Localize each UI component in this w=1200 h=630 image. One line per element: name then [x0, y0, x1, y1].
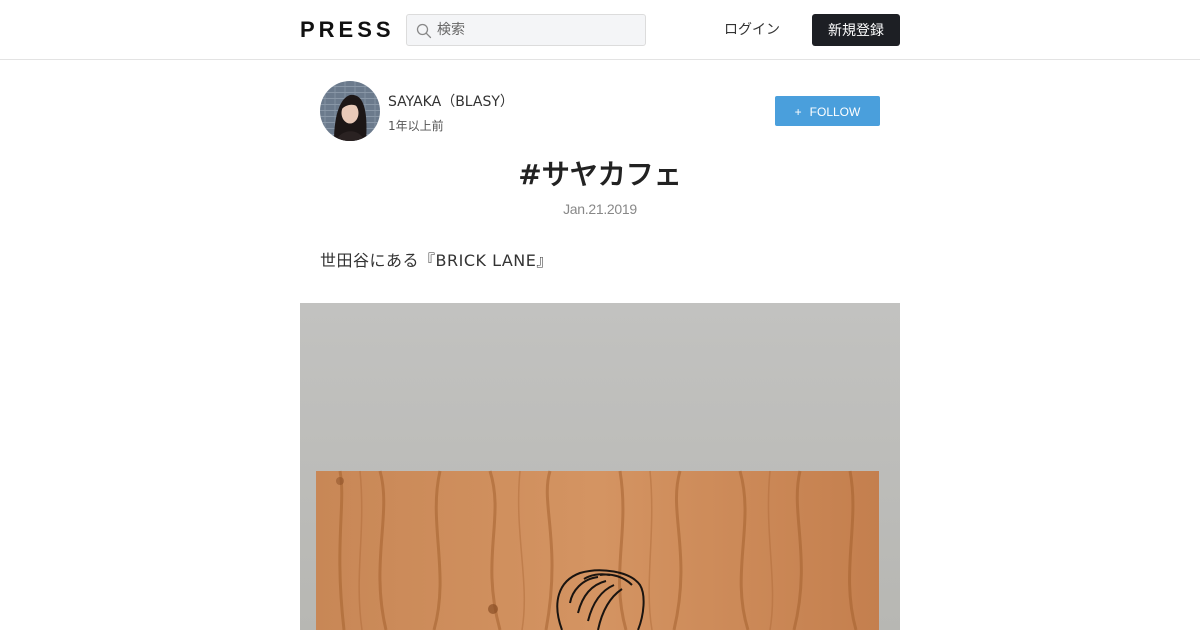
follow-button[interactable]: + FOLLOW	[775, 96, 880, 126]
site-header: PRESS ログイン 新規登録	[0, 0, 1200, 60]
site-logo[interactable]: PRESS	[300, 16, 395, 44]
avatar-image	[320, 81, 380, 141]
photo-image	[300, 303, 900, 630]
author-bar: SAYAKA（BLASY） 1年以上前 + FOLLOW	[320, 81, 880, 141]
signup-button[interactable]: 新規登録	[812, 14, 900, 46]
search-box[interactable]	[406, 14, 646, 46]
follow-label: FOLLOW	[809, 105, 861, 119]
login-link[interactable]: ログイン	[724, 20, 780, 40]
post-time: 1年以上前	[388, 119, 444, 133]
article-photo	[300, 303, 900, 630]
plus-icon: +	[794, 105, 802, 119]
avatar[interactable]	[320, 81, 380, 141]
search-input[interactable]	[437, 15, 637, 45]
search-icon	[416, 23, 432, 39]
author-name[interactable]: SAYAKA（BLASY）	[388, 91, 514, 111]
article-title: #サヤカフェ	[518, 158, 682, 191]
article-body: 世田谷にある『BRICK LANE』	[320, 251, 553, 270]
article-date: Jan.21.2019	[563, 201, 637, 217]
